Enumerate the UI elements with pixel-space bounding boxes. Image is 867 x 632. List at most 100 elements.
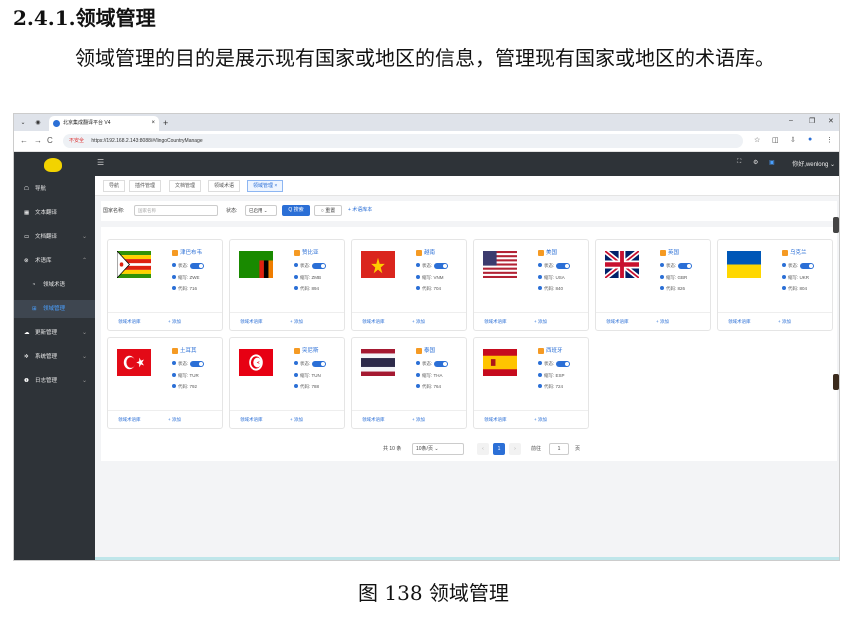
country-name[interactable]: 泰国 — [416, 346, 435, 354]
search-button[interactable]: Q 搜索 — [282, 205, 310, 216]
status-toggle[interactable] — [800, 263, 815, 269]
sidebar-item-log[interactable]: ❶ 日志管理 ⌄ — [14, 372, 95, 390]
status-toggle[interactable] — [556, 361, 571, 367]
tab-nav[interactable]: 导航 — [103, 180, 126, 192]
next-page-button[interactable]: › — [509, 443, 521, 455]
tab-menu-icon[interactable]: ⌄ — [18, 118, 28, 128]
add-link[interactable]: + 添加 — [656, 313, 669, 331]
country-card[interactable]: 赞比亚 状态: 缩写: ZMB 代码: 894 领域术语库 + 添加 — [229, 239, 345, 331]
country-card[interactable]: 土耳其 状态: 缩写: TUR 代码: 792 领域术语库 + 添加 — [107, 337, 223, 429]
add-link[interactable]: + 添加 — [534, 313, 547, 331]
status-toggle[interactable] — [312, 263, 327, 269]
settings-icon[interactable]: ⚙ — [753, 159, 758, 166]
bookmark-star-icon[interactable]: ☆ — [754, 136, 760, 144]
termbase-link[interactable]: 领域术语库 — [240, 313, 263, 331]
sidebar-item-doc-translate[interactable]: ▭ 文档翻译 ⌄ — [14, 228, 95, 246]
country-card[interactable]: 乌克兰 状态: 缩写: UKR 代码: 804 领域术语库 + 添加 — [717, 239, 833, 331]
sidebar-item-nav[interactable]: ☖ 导航 — [14, 180, 95, 198]
add-termbase-button[interactable]: + 术语库本 — [344, 205, 376, 216]
termbase-link[interactable]: 领域术语库 — [362, 313, 385, 331]
avatar[interactable]: ▣ — [769, 159, 775, 166]
status-toggle[interactable] — [434, 263, 449, 269]
status-toggle[interactable] — [190, 263, 205, 269]
country-name[interactable]: 英国 — [660, 248, 679, 256]
reset-button[interactable]: ○ 重置 — [314, 205, 342, 216]
country-name-input[interactable]: 国家名称 — [134, 205, 218, 216]
scroll-handle[interactable] — [833, 217, 839, 233]
security-warning[interactable]: 不安全 — [69, 138, 84, 144]
tab-close-icon[interactable]: × — [151, 116, 155, 131]
country-card[interactable]: 泰国 状态: 缩写: THA 代码: 764 领域术语库 + 添加 — [351, 337, 467, 429]
sidebar-item-domain-manage[interactable]: ⊞ 领域管理 — [14, 300, 95, 318]
sidebar-item-domain-terms[interactable]: ◔ 领域术语 — [14, 276, 95, 294]
tab-search-icon[interactable]: ◉ — [33, 118, 43, 128]
forward-button[interactable]: → — [34, 136, 42, 145]
termbase-link[interactable]: 领域术语库 — [484, 411, 507, 429]
new-tab-button[interactable]: + — [163, 116, 168, 130]
goto-page-input[interactable]: 1 — [549, 443, 569, 455]
status-toggle[interactable] — [434, 361, 449, 367]
country-card[interactable]: 英国 状态: 缩写: GBR 代码: 826 领域术语库 + 添加 — [595, 239, 711, 331]
country-name[interactable]: 乌克兰 — [782, 248, 807, 256]
user-menu[interactable]: 你好,wenlong ⌄ — [792, 159, 835, 168]
browser-menu-icon[interactable]: ⋮ — [826, 136, 833, 144]
sidebar-item-text-translate[interactable]: ▦ 文本翻译 — [14, 204, 95, 222]
browser-tab[interactable]: 北京集成翻译平台 V4 × — [49, 116, 159, 131]
termbase-link[interactable]: 领域术语库 — [118, 411, 141, 429]
back-button[interactable]: ← — [20, 136, 28, 145]
reload-button[interactable]: C — [47, 136, 53, 145]
tab-plugins[interactable]: 插件管理 — [129, 180, 162, 192]
country-name[interactable]: 西班牙 — [538, 346, 563, 354]
country-name[interactable]: 津巴布韦 — [172, 248, 202, 256]
download-icon[interactable]: ⇩ — [790, 136, 796, 144]
country-name[interactable]: 越南 — [416, 248, 435, 256]
termbase-link[interactable]: 领域术语库 — [606, 313, 629, 331]
sidebar-item-update[interactable]: ☁ 更新管理 ⌄ — [14, 324, 95, 342]
add-link[interactable]: + 添加 — [290, 313, 303, 331]
country-name[interactable]: 突尼斯 — [294, 346, 319, 354]
add-link[interactable]: + 添加 — [778, 313, 791, 331]
tab-docs[interactable]: 文档管理 — [169, 180, 202, 192]
tab-domain-terms[interactable]: 领域术语 — [208, 180, 241, 192]
url-input[interactable]: 不安全 https://192.168.2.143:8088/#/lingoCo… — [63, 134, 743, 148]
fullscreen-icon[interactable]: ⛶ — [737, 159, 741, 166]
close-window-button[interactable]: ✕ — [828, 117, 834, 125]
sidepanel-icon[interactable]: ◫ — [772, 136, 779, 144]
termbase-link[interactable]: 领域术语库 — [728, 313, 751, 331]
country-card[interactable]: 津巴布韦 状态: 缩写: ZWE 代码: 716 领域术语库 + 添加 — [107, 239, 223, 331]
status-toggle[interactable] — [312, 361, 327, 367]
add-link[interactable]: + 添加 — [412, 411, 425, 429]
termbase-link[interactable]: 领域术语库 — [484, 313, 507, 331]
country-card[interactable]: 美国 状态: 缩写: USA 代码: 840 领域术语库 + 添加 — [473, 239, 589, 331]
float-tool-button[interactable] — [833, 374, 839, 390]
status-select[interactable]: 已启用 ⌄ — [245, 205, 277, 216]
add-link[interactable]: + 添加 — [412, 313, 425, 331]
country-card[interactable]: 越南 状态: 缩写: VNM 代码: 704 领域术语库 + 添加 — [351, 239, 467, 331]
page-1-button[interactable]: 1 — [493, 443, 505, 455]
status-toggle[interactable] — [190, 361, 205, 367]
country-card[interactable]: 突尼斯 状态: 缩写: TUN 代码: 788 领域术语库 + 添加 — [229, 337, 345, 429]
page-size-select[interactable]: 10条/页 ⌄ — [412, 443, 464, 455]
add-link[interactable]: + 添加 — [290, 411, 303, 429]
sidebar-item-system[interactable]: ✲ 系统管理 ⌄ — [14, 348, 95, 366]
prev-page-button[interactable]: ‹ — [477, 443, 489, 455]
add-link[interactable]: + 添加 — [534, 411, 547, 429]
termbase-link[interactable]: 领域术语库 — [118, 313, 141, 331]
country-card[interactable]: 西班牙 状态: 缩写: ESP 代码: 724 领域术语库 + 添加 — [473, 337, 589, 429]
termbase-link[interactable]: 领域术语库 — [362, 411, 385, 429]
country-name[interactable]: 土耳其 — [172, 346, 197, 354]
sidebar-item-termbase[interactable]: ⊗ 术语库 ⌃ — [14, 252, 95, 270]
add-link[interactable]: + 添加 — [168, 411, 181, 429]
tab-domain-manage[interactable]: 领域管理 × — [247, 180, 284, 192]
status-toggle[interactable] — [556, 263, 571, 269]
add-link[interactable]: + 添加 — [168, 313, 181, 331]
menu-toggle-icon[interactable]: ☰ — [97, 158, 104, 167]
status-toggle[interactable] — [678, 263, 693, 269]
country-name[interactable]: 赞比亚 — [294, 248, 319, 256]
termbase-link[interactable]: 领域术语库 — [240, 411, 263, 429]
status-row: 状态: — [172, 361, 205, 367]
minimize-button[interactable]: – — [789, 117, 793, 124]
profile-icon[interactable]: ● — [808, 136, 812, 143]
maximize-button[interactable]: ❐ — [809, 117, 815, 125]
country-name[interactable]: 美国 — [538, 248, 557, 256]
